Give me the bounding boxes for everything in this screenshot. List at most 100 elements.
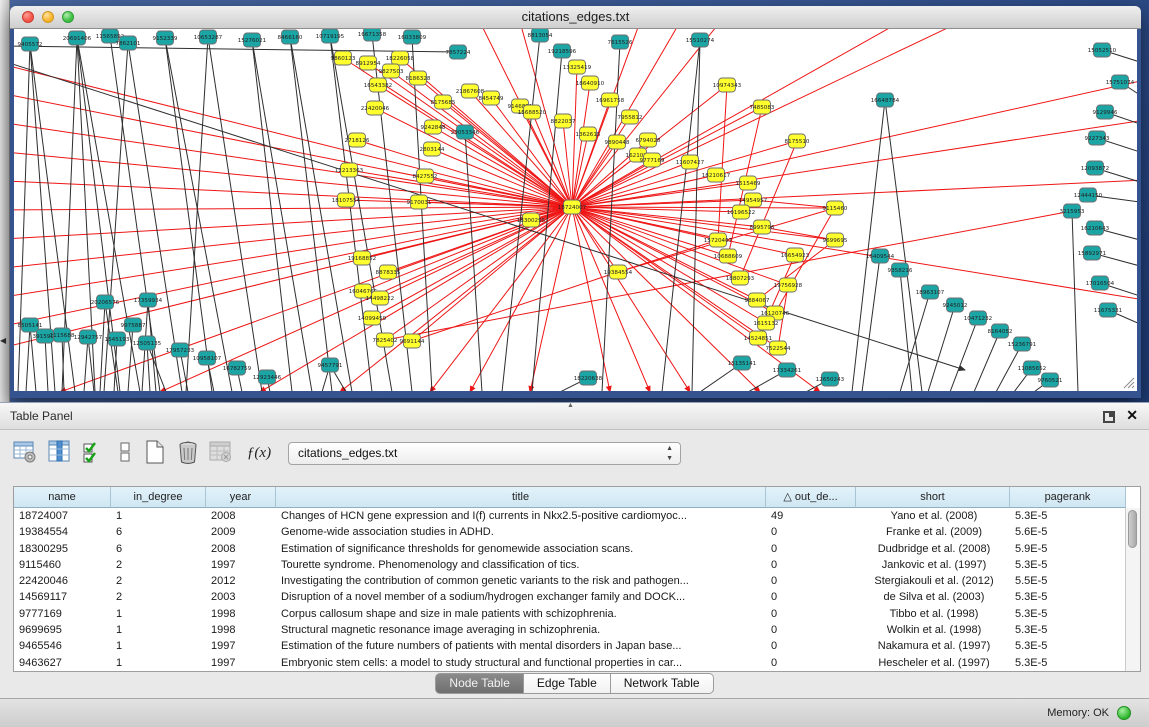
graph-node[interactable]: 1615132	[754, 316, 779, 330]
graph-edge[interactable]	[14, 207, 572, 330]
table-row[interactable]: 911546021997Tourette syndrome. Phenomeno…	[14, 557, 1140, 573]
graph-node[interactable]: 2803144	[420, 142, 445, 156]
graph-edge[interactable]	[563, 121, 572, 207]
graph-edge[interactable]	[14, 60, 965, 370]
graph-edge[interactable]	[1072, 211, 1078, 391]
table-row[interactable]: 1938455462009Genome-wide association stu…	[14, 524, 1140, 540]
splitter-handle-icon[interactable]: ▲	[567, 402, 574, 409]
graph-node[interactable]: 18640910	[576, 76, 605, 90]
tab-network-table[interactable]: Network Table	[611, 673, 714, 694]
graph-node[interactable]: 18807293	[726, 271, 755, 285]
network-svg[interactable]: 1872400798601238912954182260589827503165…	[14, 29, 1137, 391]
graph-node[interactable]: 9860123	[331, 51, 356, 65]
graph-node[interactable]: 9827503	[379, 64, 404, 78]
graph-node[interactable]: 14099459	[358, 311, 387, 325]
graph-node[interactable]: 11607427	[676, 155, 705, 169]
graph-node[interactable]: 15751074	[1106, 75, 1135, 89]
graph-node[interactable]: 18210617	[702, 168, 731, 182]
graph-node[interactable]: 8175510	[785, 134, 810, 148]
graph-edge[interactable]	[662, 40, 700, 391]
graph-edge[interactable]	[128, 325, 133, 391]
graph-node[interactable]: 15135141	[728, 356, 757, 370]
graph-node[interactable]: 16033809	[398, 30, 427, 44]
graph-node[interactable]: 9884067	[745, 293, 770, 307]
graph-edge[interactable]	[775, 208, 835, 313]
column-visibility-button[interactable]	[45, 438, 75, 468]
graph-edge[interactable]	[100, 302, 105, 391]
table-select-dropdown[interactable]: citations_edges.txt ▲ ▼	[288, 442, 681, 465]
graph-edge[interactable]	[290, 37, 352, 391]
zoom-window-button[interactable]	[62, 11, 74, 23]
graph-node[interactable]: 16409544	[866, 249, 895, 263]
graph-node[interactable]: 9227343	[1085, 131, 1110, 145]
graph-edge[interactable]	[974, 331, 1000, 391]
graph-edge[interactable]	[572, 207, 1137, 300]
graph-node[interactable]: 19218596	[548, 44, 577, 58]
resize-grip-icon[interactable]	[1122, 376, 1135, 389]
graph-node[interactable]: 15892971	[1078, 246, 1107, 260]
tab-node-table[interactable]: Node Table	[435, 673, 524, 694]
graph-edge[interactable]	[14, 46, 458, 52]
graph-node[interactable]: 9975887	[121, 318, 146, 332]
table-scrollbar[interactable]	[1125, 508, 1140, 671]
graph-node[interactable]: 9129946	[1093, 105, 1118, 119]
row-options-button[interactable]	[110, 438, 140, 468]
graph-node[interactable]: 7955812	[618, 110, 643, 124]
graph-node[interactable]: 20691406	[63, 31, 92, 45]
graph-edge[interactable]	[18, 44, 30, 391]
graph-node[interactable]: 8822037	[551, 114, 576, 128]
graph-node[interactable]: 8454749	[479, 91, 504, 105]
graph-edge[interactable]	[165, 38, 232, 391]
table-row[interactable]: 1830029562008Estimation of significance …	[14, 541, 1140, 557]
graph-node[interactable]: 16543382	[364, 78, 392, 92]
graph-node[interactable]: 9890448	[605, 135, 630, 149]
graph-node[interactable]: 7615526	[608, 35, 633, 49]
graph-edge[interactable]	[45, 336, 48, 391]
graph-edge[interactable]	[26, 325, 30, 391]
graph-node[interactable]: 10471232	[964, 311, 992, 325]
network-canvas[interactable]: 1872400798601238912954182260589827503165…	[14, 29, 1137, 391]
graph-node[interactable]: 3215953	[1060, 204, 1085, 218]
delete-table-button[interactable]	[206, 438, 236, 468]
new-column-button[interactable]	[140, 438, 170, 468]
graph-node[interactable]: 8186328	[406, 71, 431, 85]
graph-node[interactable]: 14524851	[744, 331, 773, 345]
graph-node[interactable]: 11085652	[1018, 361, 1046, 375]
graph-node[interactable]: 16210643	[1081, 221, 1110, 235]
graph-node[interactable]: 8813054	[528, 29, 553, 42]
table-row[interactable]: 946554611997Estimation of the future num…	[14, 638, 1140, 654]
graph-node[interactable]: 17016504	[1086, 276, 1115, 290]
graph-node[interactable]: 10719195	[316, 29, 345, 43]
graph-node[interactable]: 19756928	[774, 278, 803, 292]
table-row[interactable]: 2242004622012Investigating the contribut…	[14, 573, 1140, 589]
function-builder-button[interactable]: ƒ(x)	[242, 438, 276, 468]
minimize-window-button[interactable]	[42, 11, 54, 23]
graph-node[interactable]: 18226058	[386, 51, 415, 65]
graph-node[interactable]: 16648784	[871, 93, 900, 107]
graph-node[interactable]: 8427552	[413, 169, 438, 183]
tab-edge-table[interactable]: Edge Table	[524, 673, 611, 694]
graph-node[interactable]: 1115688	[50, 328, 75, 342]
graph-node[interactable]: 9760521	[1038, 373, 1063, 387]
table-row[interactable]: 969969511998Structural magnetic resonanc…	[14, 622, 1140, 638]
window-titlebar[interactable]: citations_edges.txt	[10, 6, 1141, 29]
graph-node[interactable]: 9245012	[943, 298, 968, 312]
graph-node[interactable]: 18107554	[332, 193, 361, 207]
graph-node[interactable]: 15720407	[704, 233, 733, 247]
graph-node[interactable]: 10688609	[714, 249, 743, 263]
collapse-left-icon[interactable]: ◀	[0, 336, 6, 345]
graph-node[interactable]: 12093872	[1081, 161, 1109, 175]
delete-column-button[interactable]	[173, 438, 203, 468]
column-header-year[interactable]: year	[206, 487, 276, 508]
column-header-name[interactable]: name	[14, 487, 111, 508]
select-columns-button[interactable]	[78, 438, 108, 468]
graph-node[interactable]: 15052510	[1088, 43, 1117, 57]
graph-edge[interactable]	[572, 180, 1137, 207]
graph-node[interactable]: 1515469	[736, 176, 761, 190]
graph-node[interactable]: 7825402	[373, 333, 398, 347]
graph-node[interactable]: 8466160	[278, 30, 303, 44]
column-header-out_de[interactable]: △ out_de...	[766, 487, 856, 508]
graph-node[interactable]: 9358216	[888, 263, 913, 277]
graph-node[interactable]: 17359934	[134, 293, 163, 307]
graph-node[interactable]: 15510274	[686, 33, 715, 47]
